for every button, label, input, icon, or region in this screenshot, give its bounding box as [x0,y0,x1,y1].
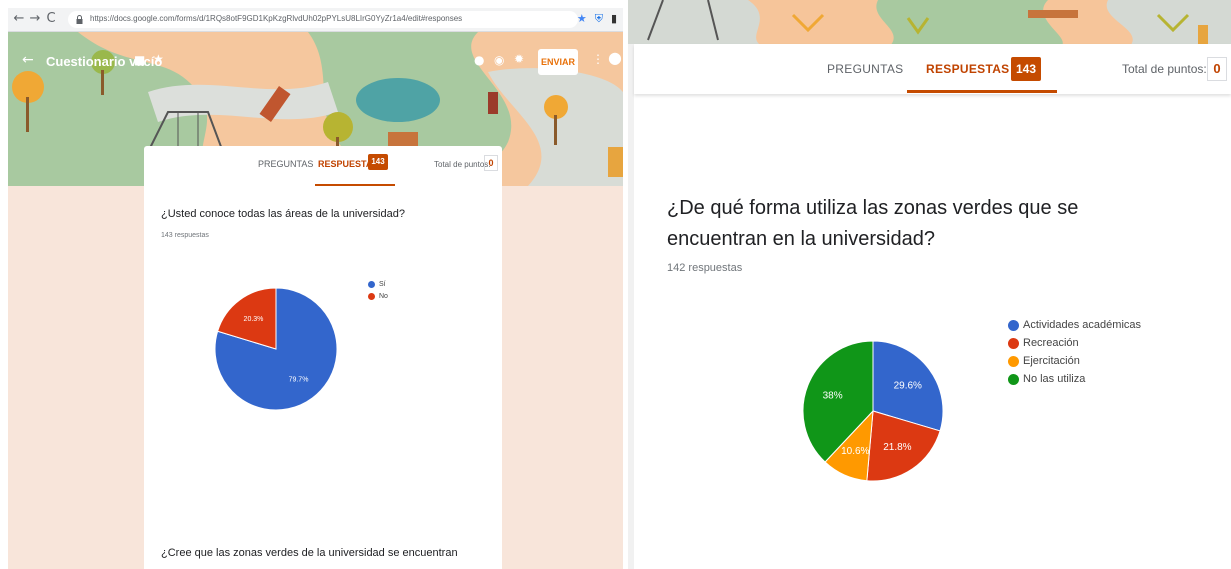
total-points-value[interactable]: 0 [484,155,498,171]
total-points-label: Total de puntos: [434,160,491,169]
pie-slice-label: 29.6% [894,380,922,391]
form-header-banner [628,0,1231,48]
reload-icon[interactable]: C [44,11,58,27]
legend-item: No [368,290,388,302]
send-button[interactable]: ENVIAR [538,49,578,75]
screenshot-root: ← → C https://docs.google.com/forms/d/1R… [0,0,1231,569]
pie-slice-label: 10.6% [841,446,869,457]
question-title: ¿De qué forma utiliza las zonas verdes q… [667,197,1079,250]
tab-bar: PREGUNTAS RESPUESTAS 143 Total de puntos… [634,44,1231,94]
active-tab-indicator [315,184,395,186]
legend-swatch [1008,319,1019,331]
avatar[interactable]: ● [608,48,622,67]
star-icon[interactable]: ★ [153,52,164,66]
settings-gear-icon[interactable]: ✹ [514,52,524,66]
total-points-label: Total de puntos: [1122,62,1207,76]
tab-responses[interactable]: RESPUESTAS [926,62,1009,76]
tab-questions[interactable]: PREGUNTAS [258,159,313,169]
pie-slice-label: 79.7% [289,377,309,384]
tab-questions[interactable]: PREGUNTAS [827,62,904,76]
more-options-icon[interactable]: ⋮ [592,52,604,66]
profile-icon[interactable]: ▮ [611,12,617,26]
address-bar[interactable]: https://docs.google.com/forms/d/1RQs8otF… [68,11,578,28]
legend-swatch [1008,355,1019,367]
active-tab-indicator [907,90,1057,93]
park-illustration [628,0,1231,48]
pie-slice-label: 21.8% [883,442,911,453]
question-title: ¿Cree que las zonas verdes de la univers… [161,547,458,559]
legend-label: Sí [379,280,386,288]
legend-swatch [368,280,375,288]
folder-icon[interactable]: ■ [134,53,145,67]
legend-label: No las utiliza [1023,373,1086,385]
back-arrow-icon[interactable]: ← [12,11,26,27]
legend-label: Actividades académicas [1023,319,1142,331]
window-edge [628,44,634,569]
chart-legend: Sí No [368,278,388,302]
right-zoomed-view: PREGUNTAS RESPUESTAS 143 Total de puntos… [628,0,1231,569]
url-text: https://docs.google.com/forms/d/1RQs8otF… [90,14,463,23]
total-points-value[interactable]: 0 [1207,57,1227,81]
response-count-badge: 143 [368,154,388,170]
browser-extensions: ★ ⛨ ▮ [577,12,617,26]
shield-icon[interactable]: ⛨ [595,12,603,26]
palette-icon[interactable]: ● [474,53,484,67]
forward-arrow-icon[interactable]: → [28,11,42,27]
left-browser-window: ← → C https://docs.google.com/forms/d/1R… [8,8,623,569]
chart-legend: Actividades académicas Recreación Ejercita… [1008,316,1141,388]
response-count-badge: 143 [1011,57,1041,81]
preview-eye-icon[interactable]: ◉ [494,53,504,67]
legend-label: No [379,292,388,300]
legend-item: Actividades académicas [1008,316,1141,334]
response-count: 142 respuestas [667,262,743,274]
form-back-arrow-icon[interactable]: ← [22,52,34,68]
pie-slice-label: 38% [823,390,843,401]
legend-swatch [368,292,375,300]
legend-item: Sí [368,278,388,290]
browser-toolbar: ← → C https://docs.google.com/forms/d/1R… [8,8,623,32]
legend-label: Recreación [1023,337,1079,349]
legend-item: No las utiliza [1008,370,1141,388]
question-title: ¿Usted conoce todas las áreas de la univ… [161,208,405,220]
responses-summary-card: ¿Usted conoce todas las áreas de la univ… [144,190,502,569]
pie-slice-label: 20.3% [244,316,264,323]
tab-bar: PREGUNTAS RESPUESTAS 143 Total de puntos… [144,146,502,190]
star-icon[interactable]: ★ [577,12,587,26]
legend-item: Ejercitación [1008,352,1141,370]
legend-label: Ejercitación [1023,355,1080,367]
legend-swatch [1008,337,1019,349]
legend-swatch [1008,373,1019,385]
lock-icon [76,15,83,24]
legend-item: Recreación [1008,334,1141,352]
pie-chart: 79.7% 20.3% [214,287,338,411]
response-count: 143 respuestas [161,232,209,239]
